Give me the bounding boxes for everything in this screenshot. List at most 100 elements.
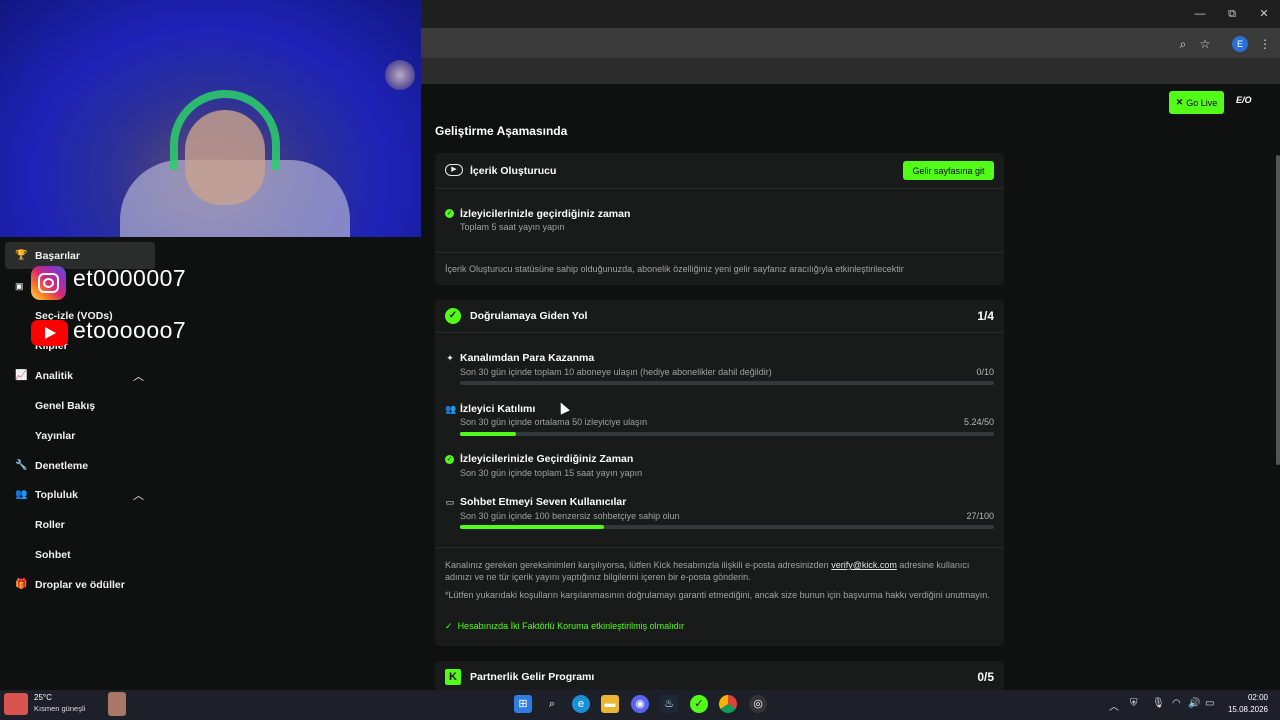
requirement-title: İzleyicilerinizle Geçirdiğiniz Zaman bbox=[460, 453, 634, 465]
restore-button[interactable]: ⧉ bbox=[1224, 6, 1240, 22]
verification-disclaimer: *Lütfen yukarıdaki koşulların karşılanma… bbox=[445, 590, 990, 600]
chrome-icon[interactable] bbox=[719, 695, 737, 713]
chat-icon: ▭ bbox=[445, 497, 455, 507]
section-title: Geliştirme Aşamasında bbox=[435, 124, 568, 138]
star-icon[interactable]: ☆ bbox=[1197, 36, 1213, 52]
bookmarks-bar bbox=[421, 58, 1280, 84]
progress-bar-fill bbox=[460, 525, 605, 529]
sidebar-item-yayinlar[interactable]: Yayınlar bbox=[35, 430, 75, 442]
creator-card-title: İçerik Oluşturucu bbox=[470, 165, 557, 177]
progress-bar-fill bbox=[460, 432, 516, 436]
sidebar-item-denetleme[interactable]: Denetleme bbox=[35, 460, 88, 472]
chevron-up-icon[interactable]: ︿ bbox=[133, 487, 144, 503]
verification-progress: 1/4 bbox=[977, 309, 994, 323]
trophy-icon: 🏆 bbox=[15, 250, 28, 261]
obs-icon[interactable]: ◎ bbox=[749, 695, 767, 713]
edge-icon[interactable]: e bbox=[572, 695, 590, 713]
verified-badge-icon: ✓ bbox=[445, 308, 461, 324]
microphone-icon[interactable]: 🎙 bbox=[1152, 698, 1165, 709]
chevron-up-icon[interactable]: ︿ bbox=[133, 368, 144, 384]
requirement-count: 5.24/50 bbox=[963, 417, 994, 427]
progress-bar bbox=[460, 525, 994, 529]
verification-card-title: Doğrulamaya Giden Yol bbox=[470, 310, 588, 322]
folder-icon[interactable]: ▬ bbox=[601, 695, 619, 713]
chart-icon: 📈 bbox=[15, 370, 28, 381]
requirement-title: İzleyici Katılımı bbox=[460, 403, 536, 415]
revenue-page-button[interactable]: Gelir sayfasına git bbox=[903, 161, 994, 180]
youtube-handle: etoooooo7 bbox=[73, 317, 187, 343]
clock-time[interactable]: 02:00 bbox=[1236, 693, 1268, 702]
progress-bar bbox=[460, 432, 994, 436]
people-icon: 👥 bbox=[445, 404, 457, 414]
battery-icon[interactable]: ▭ bbox=[1205, 698, 1214, 709]
requirement-count: 0/10 bbox=[976, 367, 994, 377]
verification-card: ✓ Doğrulamaya Giden Yol 1/4 ✦ Kanalımdan… bbox=[435, 300, 1004, 646]
creator-req-sub: Toplam 5 saat yayın yapın bbox=[460, 222, 565, 232]
note-text-pre: Kanalınız gereken gereksinimleri karşılı… bbox=[445, 560, 829, 570]
divider bbox=[435, 547, 1004, 548]
wifi-icon[interactable]: ◠ bbox=[1172, 698, 1181, 709]
sidebar-item-sohbet[interactable]: Sohbet bbox=[35, 549, 71, 561]
webcam-overlay bbox=[0, 0, 421, 237]
app-green-icon[interactable]: ✓ bbox=[690, 695, 708, 713]
partner-progress: 0/5 bbox=[977, 670, 994, 684]
volume-icon[interactable]: 🔊 bbox=[1188, 698, 1200, 709]
sidebar-item-topluluk[interactable]: Topluluk bbox=[35, 489, 78, 501]
divider bbox=[435, 188, 1004, 189]
verify-email-link[interactable]: verify@kick.com bbox=[831, 560, 897, 570]
zoom-icon[interactable]: ⌕ bbox=[1175, 36, 1191, 52]
user-thumbnail[interactable] bbox=[108, 692, 126, 716]
discord-icon[interactable]: ◉ bbox=[631, 695, 649, 713]
sidebar-item-droplar[interactable]: Droplar ve ödüller bbox=[35, 579, 125, 591]
weather-temp[interactable]: 25°C bbox=[34, 693, 52, 702]
page-scrollbar[interactable] bbox=[1276, 155, 1280, 465]
browser-titlebar bbox=[421, 0, 1280, 28]
sidebar-item-roller[interactable]: Roller bbox=[35, 519, 65, 531]
requirement-title: Sohbet Etmeyi Seven Kullanıcılar bbox=[460, 496, 627, 508]
start-icon[interactable]: ⊞ bbox=[514, 695, 532, 713]
kick-logo-icon: ✕ bbox=[1175, 97, 1184, 107]
weather-desc[interactable]: Kısmen güneşli bbox=[34, 704, 85, 713]
partner-card-title: Partnerlik Gelir Programı bbox=[470, 671, 595, 683]
play-circle-icon: ▶ bbox=[445, 164, 463, 176]
sparkle-icon: ✦ bbox=[446, 353, 454, 363]
checkmark-icon: ✓ bbox=[445, 621, 453, 631]
creator-req-title: İzleyicilerinizle geçirdiğiniz zaman bbox=[460, 208, 631, 220]
requirement-sub: Son 30 gün içinde toplam 15 saat yayın y… bbox=[460, 468, 643, 478]
video-icon: ▣ bbox=[15, 281, 24, 291]
sidebar-item-analitik[interactable]: Analitik bbox=[35, 370, 73, 382]
progress-bar bbox=[460, 381, 994, 385]
shield-icon[interactable]: ⛨ bbox=[1130, 698, 1138, 709]
creator-card: ▶ İçerik Oluşturucu Gelir sayfasına git … bbox=[435, 153, 1004, 285]
steam-icon[interactable]: ♨ bbox=[660, 695, 678, 713]
wrench-icon: 🔧 bbox=[15, 460, 28, 471]
kebab-icon[interactable]: ⋮ bbox=[1257, 36, 1273, 52]
requirement-title: Kanalımdan Para Kazanma bbox=[460, 352, 595, 364]
instagram-handle: et0000007 bbox=[73, 265, 187, 291]
profile-avatar[interactable]: E bbox=[1232, 36, 1248, 52]
two-factor-notice: ✓ Hesabınızda İki Faktörlü Koruma etkinl… bbox=[445, 621, 684, 632]
requirement-sub: Son 30 gün içinde 100 benzersiz sohbetçi… bbox=[460, 511, 680, 521]
address-bar[interactable] bbox=[421, 28, 1280, 58]
sidebar-item-basarilar[interactable]: Başarılar bbox=[35, 250, 80, 262]
youtube-icon bbox=[31, 320, 68, 346]
chevron-up-icon[interactable]: ︿ bbox=[1109, 698, 1119, 713]
two-factor-text: Hesabınızda İki Faktörlü Koruma etkinleş… bbox=[457, 621, 685, 631]
weather-icon[interactable] bbox=[4, 693, 28, 715]
close-button[interactable]: ✕ bbox=[1256, 6, 1272, 22]
divider bbox=[435, 332, 1004, 333]
gift-icon: 🎁 bbox=[15, 579, 28, 590]
divider bbox=[435, 252, 1004, 253]
search-icon[interactable]: ⌕ bbox=[543, 695, 561, 713]
clock-date[interactable]: 15.08.2026 bbox=[1224, 705, 1268, 714]
sidebar-item-genel-bakis[interactable]: Genel Bakış bbox=[35, 400, 95, 412]
requirement-count: 27/100 bbox=[966, 511, 994, 521]
go-live-button[interactable]: ✕ Go Live bbox=[1169, 91, 1224, 114]
channel-logo[interactable]: E/O bbox=[1236, 95, 1256, 109]
requirement-sub: Son 30 gün içinde ortalama 50 izleyiciye… bbox=[460, 417, 648, 427]
kick-k-icon: K bbox=[445, 669, 461, 685]
minimize-button[interactable]: — bbox=[1192, 6, 1208, 22]
requirement-sub: Son 30 gün içinde toplam 10 aboneye ulaş… bbox=[460, 367, 772, 377]
verification-note: Kanalınız gereken gereksinimleri karşılı… bbox=[445, 559, 993, 583]
people-icon: 👥 bbox=[15, 489, 28, 500]
